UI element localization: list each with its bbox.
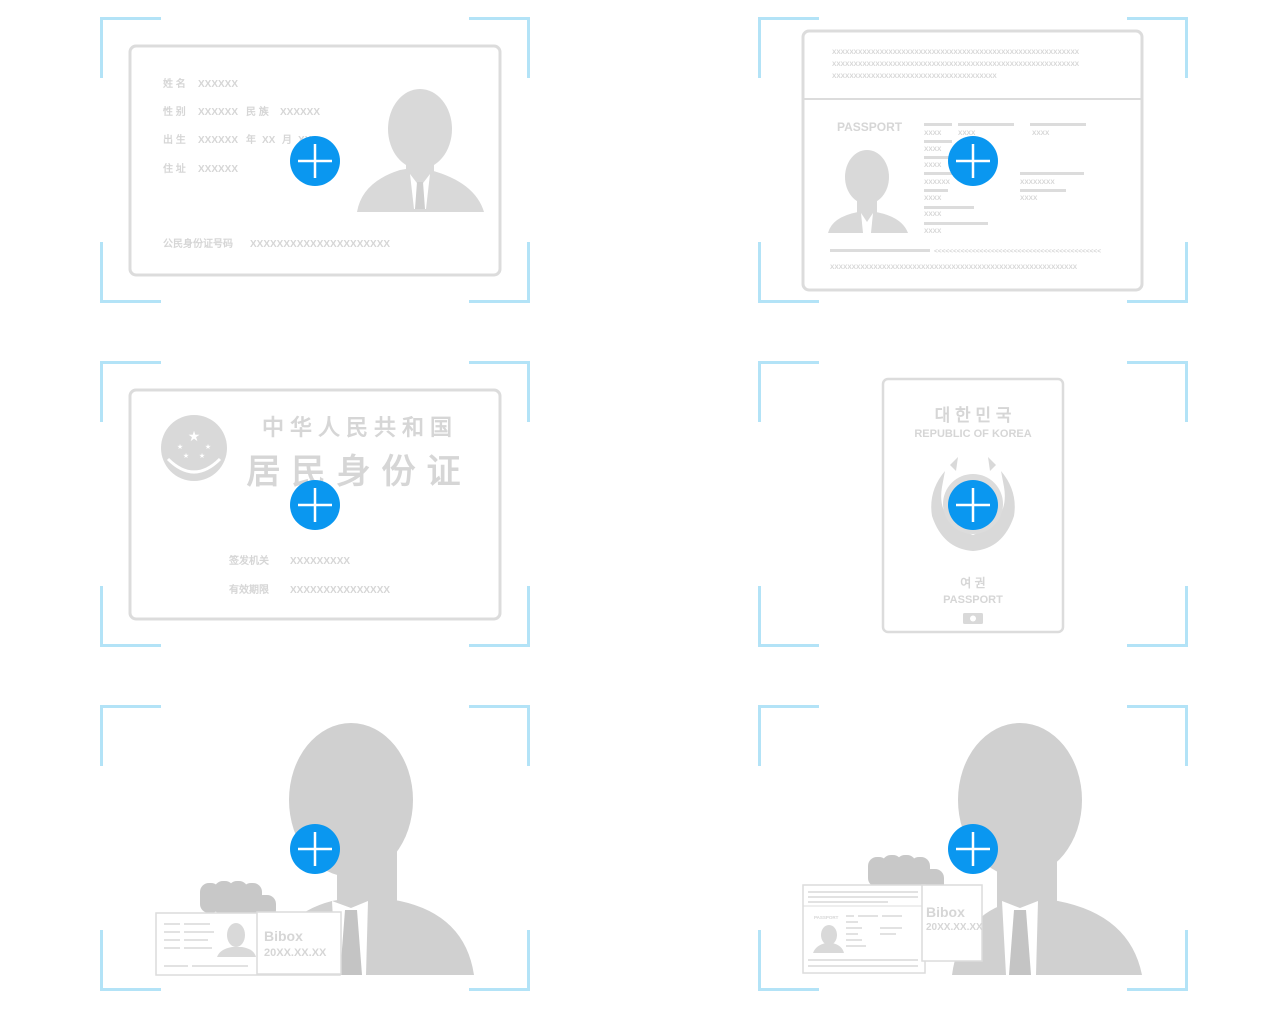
upload-slot-selfie-with-passport[interactable]: PASSPORT Bibox 20XX.XX.XX: [758, 705, 1188, 991]
add-button[interactable]: [758, 705, 1188, 991]
add-button[interactable]: [100, 17, 530, 303]
add-button[interactable]: [100, 361, 530, 647]
upload-slot-passport-cover[interactable]: 대 한 민 국 REPUBLIC OF KOREA 여 권 PASSPORT: [758, 361, 1188, 647]
upload-slot-passport-page[interactable]: XXXXXXXXXXXXXXXXXXXXXXXXXXXXXXXXXXXXXXXX…: [758, 17, 1188, 303]
upload-slot-id-back[interactable]: ★ ★ ★ ★ ★ 中华人民共和国 居民身份证 签发机关 XXXXXXXXX 有…: [100, 361, 530, 647]
add-button[interactable]: [100, 705, 530, 991]
upload-slot-selfie-with-id[interactable]: Bibox 20XX.XX.XX: [100, 705, 530, 991]
upload-slot-id-front[interactable]: 姓 名 XXXXXX 性 别 XXXXXX 民 族 XXXXXX 出 生 XXX…: [100, 17, 530, 303]
add-button[interactable]: [758, 361, 1188, 647]
add-button[interactable]: [758, 17, 1188, 303]
